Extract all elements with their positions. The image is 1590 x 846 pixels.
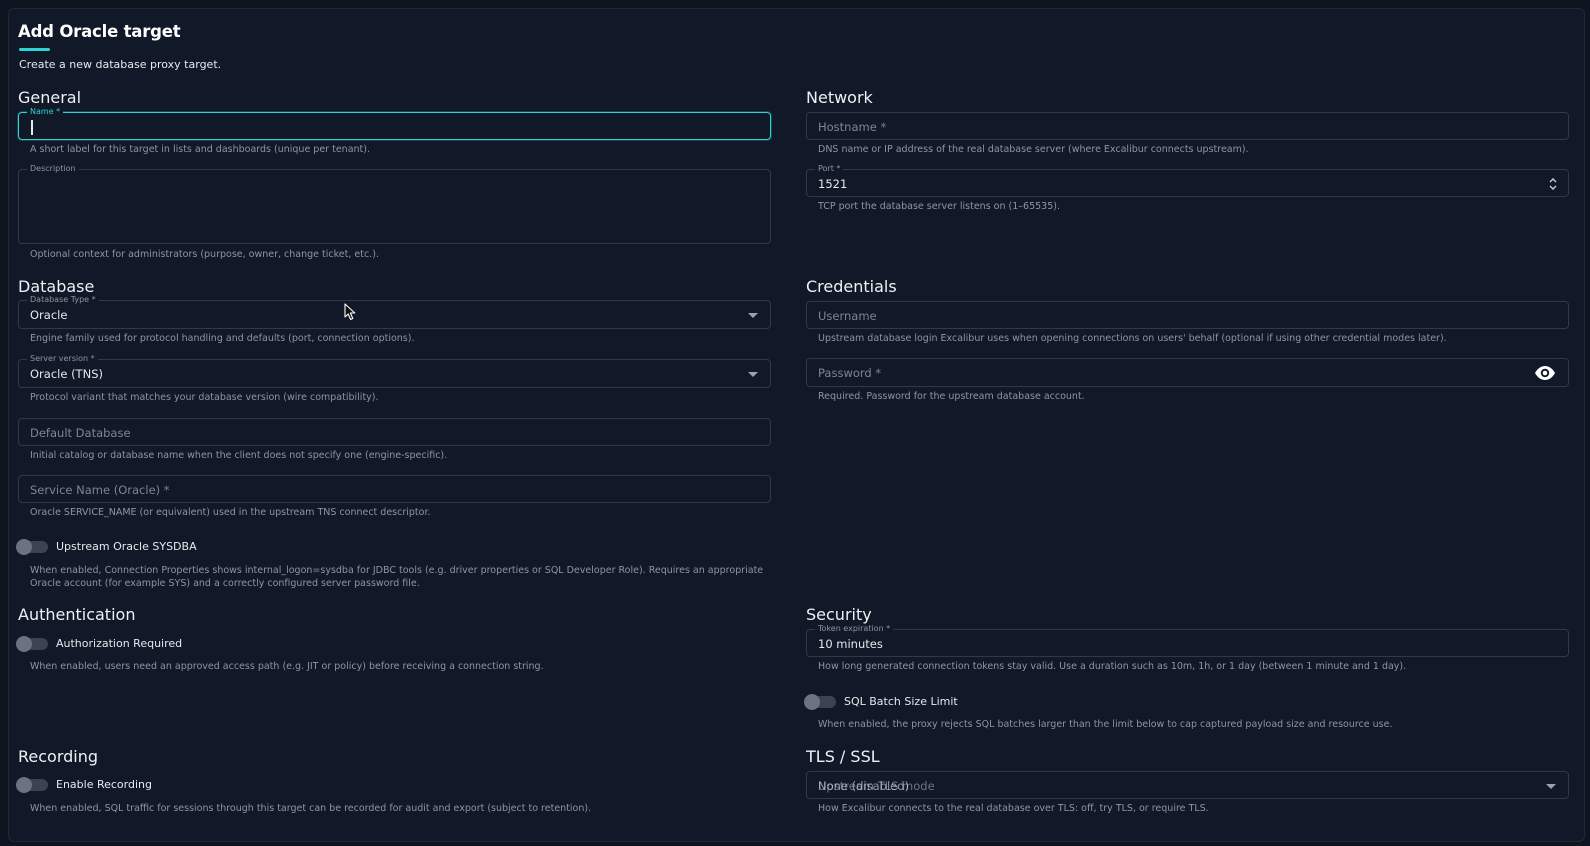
section-tls: TLS / SSL: [806, 747, 880, 766]
password-field[interactable]: Password *: [806, 358, 1569, 387]
hostname-help: DNS name or IP address of the real datab…: [818, 144, 1249, 155]
token-expiration-field[interactable]: Token expiration * 10 minutes: [806, 624, 1569, 657]
username-help: Upstream database login Excalibur uses w…: [818, 333, 1447, 344]
description-field[interactable]: Description: [18, 164, 771, 244]
sql-batch-limit-toggle[interactable]: [804, 694, 836, 710]
password-help: Required. Password for the upstream data…: [818, 391, 1085, 402]
eye-icon[interactable]: [1534, 365, 1556, 381]
username-placeholder: Username: [818, 309, 877, 323]
server-version-help: Protocol variant that matches your datab…: [30, 392, 379, 403]
service-name-placeholder: Service Name (Oracle) *: [30, 483, 170, 497]
tls-mode-value: None (disabled): [818, 779, 910, 793]
title-underline: [19, 48, 50, 51]
toggle-knob: [16, 636, 32, 652]
port-help: TCP port the database server listens on …: [818, 201, 1060, 212]
section-authentication: Authentication: [18, 605, 136, 624]
hostname-placeholder: Hostname *: [818, 120, 887, 134]
port-value: 1521: [818, 177, 848, 191]
section-network: Network: [806, 88, 873, 107]
section-recording: Recording: [18, 747, 99, 766]
enable-recording-toggle[interactable]: [16, 777, 48, 793]
port-label: Port *: [815, 164, 844, 174]
section-general: General: [18, 88, 82, 107]
section-credentials: Credentials: [806, 277, 897, 296]
port-field[interactable]: Port * 1521: [806, 164, 1569, 197]
mouse-pointer-icon: [344, 303, 356, 321]
token-expiration-label: Token expiration *: [815, 624, 894, 634]
enable-recording-help: When enabled, SQL traffic for sessions t…: [30, 803, 592, 814]
toggle-knob: [16, 539, 32, 555]
database-type-label: Database Type *: [27, 295, 99, 305]
name-help: A short label for this target in lists a…: [30, 144, 370, 155]
database-type-select[interactable]: Database Type * Oracle: [18, 295, 771, 329]
authorization-required-help: When enabled, users need an approved acc…: [30, 661, 544, 672]
chevron-down-icon: [748, 313, 758, 318]
default-database-help: Initial catalog or database name when th…: [30, 450, 448, 461]
authorization-required-toggle[interactable]: [16, 636, 48, 652]
service-name-field[interactable]: Service Name (Oracle) *: [18, 475, 771, 503]
description-label: Description: [27, 164, 79, 174]
hostname-field[interactable]: Hostname *: [806, 112, 1569, 140]
sysdba-label: Upstream Oracle SYSDBA: [56, 540, 197, 553]
database-type-help: Engine family used for protocol handling…: [30, 333, 415, 344]
page-subtitle: Create a new database proxy target.: [19, 58, 222, 71]
tls-mode-select[interactable]: Upstream TLS mode None (disabled): [806, 771, 1569, 799]
username-field[interactable]: Username: [806, 301, 1569, 329]
token-expiration-help: How long generated connection tokens sta…: [818, 661, 1407, 672]
server-version-label: Server version *: [27, 354, 98, 364]
password-placeholder: Password *: [818, 366, 882, 380]
database-type-value: Oracle: [30, 308, 68, 322]
number-spinner-icon[interactable]: [1548, 177, 1558, 191]
section-database: Database: [18, 277, 95, 296]
default-database-field[interactable]: Default Database: [18, 418, 771, 446]
sql-batch-limit-label: SQL Batch Size Limit: [844, 695, 958, 708]
name-field[interactable]: Name *: [18, 107, 771, 140]
default-database-placeholder: Default Database: [30, 426, 131, 440]
description-help: Optional context for administrators (pur…: [30, 249, 379, 260]
page-title: Add Oracle target: [18, 22, 181, 41]
tls-mode-help: How Excalibur connects to the real datab…: [818, 803, 1209, 814]
server-version-select[interactable]: Server version * Oracle (TNS): [18, 354, 771, 388]
server-version-value: Oracle (TNS): [30, 367, 103, 381]
token-expiration-value: 10 minutes: [818, 637, 883, 651]
sql-batch-limit-help: When enabled, the proxy rejects SQL batc…: [818, 719, 1393, 730]
chevron-down-icon: [748, 372, 758, 377]
enable-recording-label: Enable Recording: [56, 778, 152, 791]
sysdba-help-2: Oracle account (for example SYS) and a c…: [30, 578, 420, 589]
sysdba-help-1: When enabled, Connection Properties show…: [30, 565, 764, 576]
toggle-knob: [804, 694, 820, 710]
name-label: Name *: [27, 107, 64, 117]
authorization-required-label: Authorization Required: [56, 637, 183, 650]
sysdba-toggle[interactable]: [16, 539, 48, 555]
text-cursor: [31, 120, 33, 135]
section-security: Security: [806, 605, 872, 624]
service-name-help: Oracle SERVICE_NAME (or equivalent) used…: [30, 507, 431, 518]
chevron-down-icon: [1546, 784, 1556, 789]
toggle-knob: [16, 777, 32, 793]
